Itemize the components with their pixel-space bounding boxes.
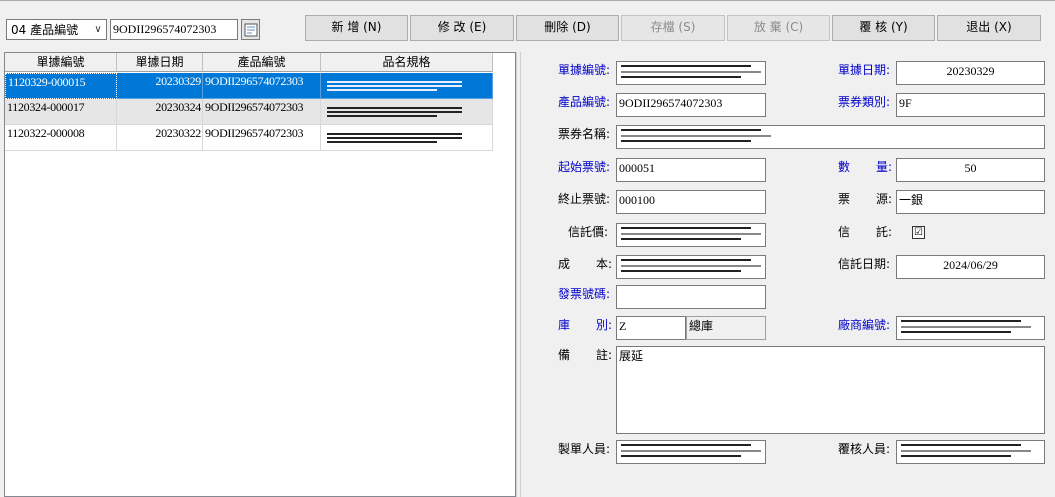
doc-no-label: 單據編號: — [558, 63, 611, 77]
exit-button[interactable]: 退出 (X) — [937, 15, 1041, 41]
ticket-type-field[interactable]: 9F — [896, 93, 1045, 117]
new-button[interactable]: 新 增 (N) — [305, 15, 408, 41]
edit-button[interactable]: 修 改 (E) — [410, 15, 514, 41]
remark-textarea[interactable]: 展延 — [616, 346, 1045, 434]
trust-price-field[interactable] — [616, 223, 766, 247]
col-header-spec[interactable]: 品名規格 — [321, 53, 493, 72]
cell-doc-date: 20230324 — [117, 99, 203, 125]
cost-label-1: 成 — [558, 257, 571, 271]
redacted-spec — [323, 125, 493, 151]
discard-button[interactable]: 放 棄 (C) — [727, 15, 830, 41]
reviewer-label: 覆核人員: — [838, 442, 891, 456]
redacted-value — [621, 129, 771, 142]
doc-date-label: 單據日期: — [838, 63, 891, 77]
remark-label-1: 備 — [558, 348, 571, 362]
cell-product-no: 9ODII296574072303 — [203, 125, 321, 151]
table-row[interactable]: 1120329-000015 20230329 9ODII29657407230… — [5, 73, 493, 99]
splitter[interactable] — [516, 52, 521, 497]
warehouse-code-field[interactable]: Z — [616, 316, 686, 340]
search-field-select[interactable]: 04 產品編號 ∨ — [6, 19, 107, 40]
cell-doc-date: 20230322 — [117, 125, 203, 151]
redacted-spec — [323, 99, 493, 125]
product-no-field[interactable]: 9ODII296574072303 — [616, 93, 766, 117]
maker-field[interactable] — [616, 440, 766, 464]
reviewer-field[interactable] — [896, 440, 1045, 464]
table-row[interactable]: 1120324-000017 20230324 9ODII29657407230… — [5, 99, 493, 125]
search-field-value: 04 產品編號 — [11, 23, 79, 37]
redacted-value — [621, 65, 761, 78]
chevron-down-icon[interactable]: ∨ — [90, 24, 106, 35]
end-no-field[interactable]: 000100 — [616, 190, 766, 214]
ticket-name-field[interactable] — [616, 125, 1045, 149]
source-label-1: 票 — [838, 192, 851, 206]
cell-product-no: 9ODII296574072303 — [203, 99, 321, 125]
doc-no-field[interactable] — [616, 61, 766, 85]
redacted-value — [901, 444, 1031, 457]
warehouse-label-2: 別: — [596, 318, 613, 332]
start-no-field[interactable]: 000051 — [616, 158, 766, 182]
invoice-no-field[interactable] — [616, 285, 766, 309]
cell-doc-no: 1120329-000015 — [5, 73, 117, 99]
warehouse-name-field: 總庫 — [686, 316, 766, 340]
redacted-spec — [323, 73, 493, 99]
end-no-label: 終止票號: — [558, 192, 611, 206]
cost-label-2: 本: — [596, 257, 613, 271]
source-label-2: 源: — [876, 192, 893, 206]
delete-button[interactable]: 刪除 (D) — [516, 15, 619, 41]
save-button[interactable]: 存檔 (S) — [621, 15, 725, 41]
source-field[interactable]: 一銀 — [896, 190, 1045, 214]
maker-label: 製單人員: — [558, 442, 611, 456]
lookup-icon — [244, 23, 257, 36]
redacted-value — [621, 259, 761, 272]
trust-label-2: 託: — [876, 225, 893, 239]
trust-date-field[interactable]: 2024/06/29 — [896, 255, 1045, 279]
col-header-product-no[interactable]: 產品編號 — [203, 53, 321, 72]
trust-label-1: 信 — [838, 225, 851, 239]
trust-price-label: 信託價: — [568, 225, 609, 239]
cell-doc-date: 20230329 — [117, 73, 203, 99]
ticket-type-label: 票券類別: — [838, 95, 891, 109]
start-no-label: 起始票號: — [558, 160, 611, 174]
table-row[interactable]: 1120322-000008 20230322 9ODII29657407230… — [5, 125, 493, 151]
redacted-value — [901, 320, 1031, 333]
redacted-value — [621, 227, 761, 240]
top-border — [0, 0, 1055, 1]
cost-field[interactable] — [616, 255, 766, 279]
qty-label-2: 量: — [876, 160, 893, 174]
vendor-no-label: 廠商編號: — [838, 318, 891, 332]
records-grid[interactable]: 單據編號 單據日期 產品編號 品名規格 1120329-000015 20230… — [4, 52, 516, 497]
cell-doc-no: 1120322-000008 — [5, 125, 117, 151]
redacted-value — [621, 444, 761, 457]
remark-label-2: 註: — [596, 348, 613, 362]
qty-label-1: 數 — [838, 160, 851, 174]
doc-date-field[interactable]: 20230329 — [896, 61, 1045, 85]
search-input[interactable]: 9ODII296574072303 — [110, 19, 238, 40]
warehouse-label-1: 庫 — [558, 318, 571, 332]
cell-product-no: 9ODII296574072303 — [203, 73, 321, 99]
col-header-doc-date[interactable]: 單據日期 — [117, 53, 203, 72]
review-button[interactable]: 覆 核 (Y) — [832, 15, 935, 41]
product-no-label: 產品編號: — [558, 95, 611, 109]
cell-doc-no: 1120324-000017 — [5, 99, 117, 125]
qty-field[interactable]: 50 — [896, 158, 1045, 182]
invoice-no-label: 發票號碼: — [558, 287, 611, 301]
trust-checkbox[interactable]: ☑ — [912, 226, 925, 239]
vendor-no-field[interactable] — [896, 316, 1045, 340]
lookup-button[interactable] — [241, 19, 260, 40]
col-header-doc-no[interactable]: 單據編號 — [5, 53, 117, 72]
ticket-name-label: 票券名稱: — [558, 127, 611, 141]
trust-date-label: 信託日期: — [838, 257, 891, 271]
